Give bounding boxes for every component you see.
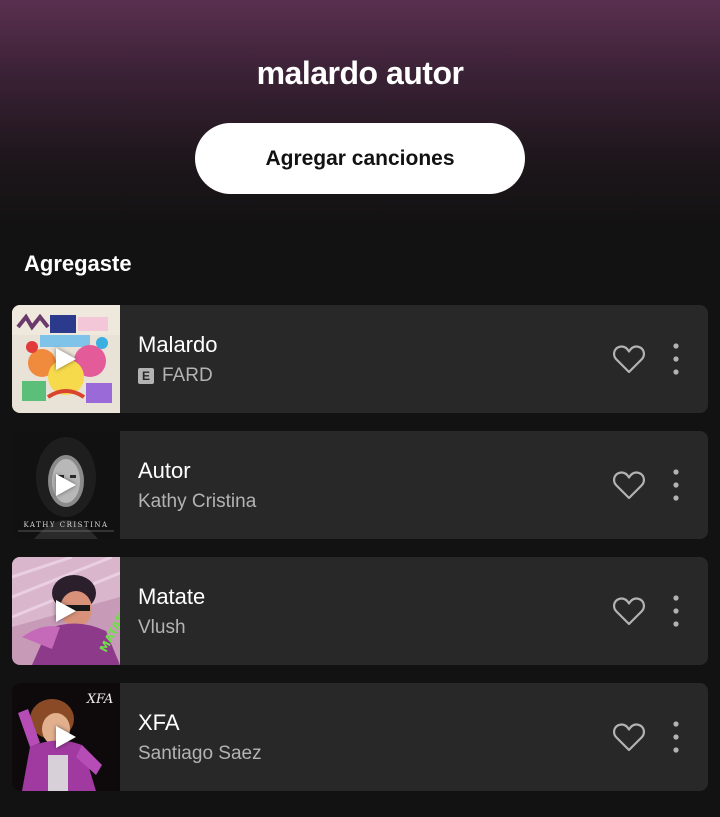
heart-outline-icon[interactable] <box>612 343 646 375</box>
track-row[interactable]: Malardo E FARD <box>12 305 708 413</box>
explicit-badge: E <box>138 368 154 384</box>
play-icon[interactable] <box>56 348 76 370</box>
play-icon[interactable] <box>56 726 76 748</box>
heart-outline-icon[interactable] <box>612 469 646 501</box>
play-icon[interactable] <box>56 600 76 622</box>
vertical-dots-icon[interactable] <box>664 467 688 503</box>
track-artist-line: Kathy Cristina <box>138 491 256 513</box>
cover-text: KATHY CRISTINA <box>23 521 108 529</box>
track-title: Malardo <box>138 332 218 357</box>
album-cover[interactable] <box>12 305 120 413</box>
play-icon[interactable] <box>56 474 76 496</box>
track-title: Autor <box>138 458 191 483</box>
vertical-dots-icon[interactable] <box>664 341 688 377</box>
track-title: Matate <box>138 584 206 609</box>
add-songs-button[interactable]: Agregar canciones <box>195 123 525 194</box>
vertical-dots-icon[interactable] <box>664 593 688 629</box>
cover-text: XFA <box>86 692 114 707</box>
heart-outline-icon[interactable] <box>612 721 646 753</box>
section-label-added: Agregaste <box>24 251 132 276</box>
track-artist-line: Santiago Saez <box>138 743 262 765</box>
album-cover[interactable]: MATATE <box>12 557 120 665</box>
track-artist: Vlush <box>138 617 186 638</box>
track-artist: Kathy Cristina <box>138 491 257 512</box>
album-cover[interactable]: XFA <box>12 683 120 791</box>
track-row[interactable]: KATHY CRISTINA Autor Kathy Cristina <box>12 431 708 539</box>
album-cover[interactable]: KATHY CRISTINA <box>12 431 120 539</box>
track-artist: FARD <box>162 365 213 386</box>
heart-outline-icon[interactable] <box>612 595 646 627</box>
playlist-title: malardo autor <box>256 55 464 91</box>
track-artist-line: Vlush <box>138 617 186 639</box>
track-title: XFA <box>138 710 180 735</box>
track-artist-line: E FARD <box>138 365 213 387</box>
track-row[interactable]: XFA XFA Santiago Saez <box>12 683 708 791</box>
vertical-dots-icon[interactable] <box>664 719 688 755</box>
track-row[interactable]: MATATE Matate Vlush <box>12 557 708 665</box>
track-artist: Santiago Saez <box>138 743 262 764</box>
